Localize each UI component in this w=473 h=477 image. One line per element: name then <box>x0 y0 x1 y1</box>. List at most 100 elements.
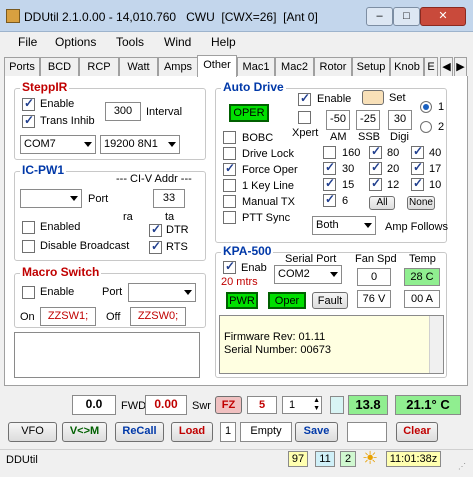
radio-2[interactable] <box>420 121 432 133</box>
digi-drive-input[interactable]: 30 <box>388 110 412 130</box>
macro-port-select[interactable] <box>128 283 196 302</box>
kpa500-enab-checkbox[interactable] <box>223 259 236 274</box>
memory-slot-value: 1 <box>220 422 236 442</box>
memory-name-input[interactable] <box>347 422 387 442</box>
band-15-label: 15 <box>342 179 355 191</box>
dtr-checkbox[interactable] <box>149 222 162 237</box>
tab-e[interactable]: E <box>424 57 438 76</box>
macro-off-label: Off <box>106 311 121 323</box>
auto-drive-enable-checkbox[interactable] <box>298 91 311 106</box>
tab-rcp[interactable]: RCP <box>79 57 119 76</box>
steppir-port-select[interactable]: COM7 <box>20 135 96 154</box>
icpw1-port-select[interactable] <box>20 189 82 208</box>
band-10-checkbox[interactable] <box>411 176 424 191</box>
macro-enable-checkbox[interactable] <box>22 286 35 299</box>
tab-scroll-right[interactable]: ▶ <box>454 57 467 76</box>
kpa500-oper-button[interactable]: Oper <box>268 292 306 309</box>
tab-mac1[interactable]: Mac1 <box>237 57 275 76</box>
bands-all-button[interactable]: All <box>369 196 395 210</box>
chevron-down-icon <box>184 290 192 295</box>
manual-tx-label: Manual TX <box>242 196 295 208</box>
steppir-title: SteppIR <box>20 80 70 94</box>
band-160-checkbox[interactable] <box>323 146 336 159</box>
log-scrollbar[interactable] <box>429 316 443 373</box>
ptt-sync-checkbox[interactable] <box>223 211 236 224</box>
kpa500-fault-button[interactable]: Fault <box>312 292 348 309</box>
steppir-enable-checkbox[interactable] <box>22 96 35 111</box>
band-17-checkbox[interactable] <box>411 160 424 175</box>
kpa500-pwr-button[interactable]: PWR <box>226 292 258 309</box>
tab-ports[interactable]: Ports <box>4 57 40 76</box>
icpw1-enabled-checkbox[interactable] <box>22 221 35 234</box>
bands-none-button[interactable]: None <box>407 196 435 210</box>
steppir-baud-select[interactable]: 19200 8N1 <box>100 135 180 154</box>
amp-follows-select[interactable]: Both <box>312 216 376 235</box>
tab-knob[interactable]: Knob <box>390 57 424 76</box>
force-oper-checkbox[interactable] <box>223 161 236 176</box>
steppir-baud-value: 19200 8N1 <box>104 138 158 150</box>
band-80-checkbox[interactable] <box>369 144 382 159</box>
spinner-arrows-icon[interactable]: ▲ ▼ <box>313 397 320 413</box>
step-spinner[interactable]: 1 ▲ ▼ <box>282 396 322 414</box>
auto-drive-set-label: Set <box>389 92 406 104</box>
vfo-button[interactable]: VFO <box>8 422 57 442</box>
recall-button[interactable]: ReCall <box>115 422 164 442</box>
tab-setup[interactable]: Setup <box>352 57 390 76</box>
band-15-checkbox[interactable] <box>323 176 336 191</box>
drive-lock-checkbox[interactable] <box>223 147 236 160</box>
kpa500-title: KPA-500 <box>221 244 274 258</box>
band-20-checkbox[interactable] <box>369 160 382 175</box>
band-6-checkbox[interactable] <box>323 192 336 207</box>
manual-tx-checkbox[interactable] <box>223 195 236 208</box>
am-drive-input[interactable]: -50 <box>326 110 350 130</box>
band-40-checkbox[interactable] <box>411 144 424 159</box>
save-button[interactable]: Save <box>295 422 338 442</box>
menu-tools[interactable]: Tools <box>116 35 144 49</box>
auto-drive-color-swatch[interactable] <box>362 90 384 105</box>
macro-notes-area[interactable] <box>14 332 200 378</box>
disable-broadcast-checkbox[interactable] <box>22 240 35 253</box>
tab-other[interactable]: Other <box>197 55 237 77</box>
memory-label-value: Empty <box>240 422 292 442</box>
menu-help[interactable]: Help <box>211 35 236 49</box>
bobc-checkbox[interactable] <box>223 131 236 144</box>
kpa500-enab-label: Enab <box>241 262 267 274</box>
tab-watt[interactable]: Watt <box>119 57 158 76</box>
ssb-drive-input[interactable]: -25 <box>356 110 380 130</box>
band-6-label: 6 <box>342 195 349 207</box>
fwd-label: FWD <box>121 400 147 412</box>
resize-grip-icon[interactable]: ⋰ <box>458 462 468 472</box>
steppir-trans-inhib-checkbox[interactable] <box>22 113 35 128</box>
radio-1[interactable] <box>420 101 432 113</box>
auto-drive-oper-button[interactable]: OPER <box>229 104 269 122</box>
menu-options[interactable]: Options <box>55 35 96 49</box>
vfo-memory-swap-button[interactable]: V<>M <box>62 422 107 442</box>
tab-rotor[interactable]: Rotor <box>314 57 352 76</box>
minimize-button[interactable]: – <box>366 7 393 26</box>
tab-amps[interactable]: Amps <box>158 57 198 76</box>
xpert-checkbox[interactable] <box>298 111 311 124</box>
civ-addr-input[interactable]: 33 <box>153 189 185 208</box>
fz-button[interactable]: FZ <box>215 396 242 414</box>
fan-speed-label: Fan Spd <box>355 253 397 265</box>
macro-off-input[interactable]: ZZSW0; <box>130 307 186 326</box>
rts-checkbox[interactable] <box>149 239 162 254</box>
one-key-line-checkbox[interactable] <box>223 179 236 192</box>
kpa500-port-select[interactable]: COM2 <box>274 265 342 284</box>
maximize-button[interactable]: □ <box>393 7 420 26</box>
close-button[interactable]: ✕ <box>420 7 466 26</box>
indicator-swatch <box>330 396 344 414</box>
macro-on-input[interactable]: ZZSW1; <box>40 307 96 326</box>
menu-wind[interactable]: Wind <box>164 35 191 49</box>
clear-button[interactable]: Clear <box>396 422 438 442</box>
steppir-interval-input[interactable]: 300 <box>105 102 141 121</box>
band-20-label: 20 <box>387 163 400 175</box>
tab-bcd[interactable]: BCD <box>40 57 79 76</box>
band-30-checkbox[interactable] <box>323 160 336 175</box>
load-button[interactable]: Load <box>171 422 213 442</box>
tab-mac2[interactable]: Mac2 <box>275 57 314 76</box>
band-160-label: 160 <box>342 147 361 159</box>
tab-scroll-left[interactable]: ◀ <box>440 57 453 76</box>
band-12-checkbox[interactable] <box>369 176 382 191</box>
menu-file[interactable]: File <box>18 35 37 49</box>
